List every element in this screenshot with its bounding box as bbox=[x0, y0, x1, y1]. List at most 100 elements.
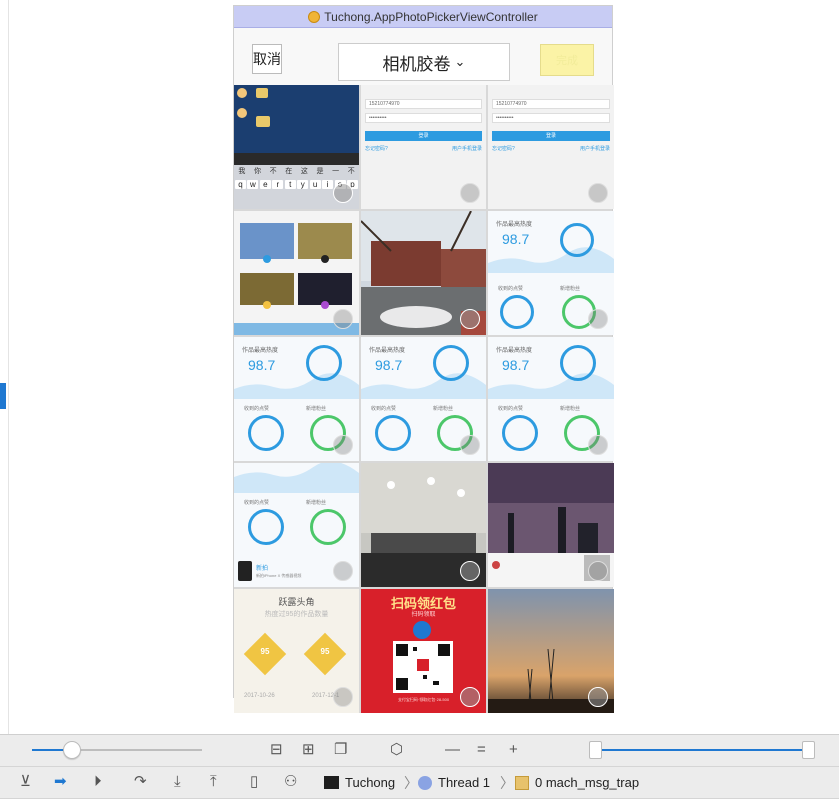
photo-grid: 我 你 不 在 这 是 一 不 q w e r t y u i p 152107… bbox=[234, 85, 614, 713]
suggestion[interactable]: 一 bbox=[332, 166, 339, 176]
select-circle-icon[interactable] bbox=[588, 183, 608, 203]
photo-cell[interactable]: 作品最高热度 98.7 收到的点赞 新增粉丝 bbox=[488, 211, 614, 335]
thread-icon bbox=[418, 775, 432, 790]
left-accent bbox=[0, 383, 6, 409]
step-over-icon[interactable]: ↷ bbox=[134, 774, 147, 790]
show-layers-icon[interactable]: ❐ bbox=[334, 742, 347, 758]
select-circle-icon[interactable] bbox=[333, 309, 353, 329]
photo-cell[interactable]: 扫码领红包 扫码领取 支付宝扫码·领取红包·28-500 bbox=[361, 589, 486, 713]
suggestion[interactable]: 是 bbox=[316, 166, 323, 176]
suggestion[interactable]: 我 bbox=[238, 166, 245, 176]
qr-code-icon bbox=[393, 641, 453, 693]
select-circle-icon[interactable] bbox=[333, 687, 353, 707]
device-screen: Tuchong.AppPhotoPickerViewController 取消 … bbox=[234, 6, 614, 713]
range-slider-track[interactable] bbox=[596, 749, 808, 751]
photo-cell[interactable]: 收到的点赞 新增粉丝 新拍 新拍iPhone X 传感器视频 bbox=[234, 463, 359, 587]
stat-sub-right: 新增粉丝 bbox=[560, 286, 581, 292]
view-hierarchy-icon[interactable]: ▯ bbox=[250, 774, 258, 790]
photo-cell[interactable] bbox=[488, 463, 614, 587]
likes-ring bbox=[248, 509, 284, 545]
select-circle-icon[interactable] bbox=[460, 183, 480, 203]
key[interactable]: e bbox=[259, 180, 271, 189]
select-circle-icon[interactable] bbox=[460, 687, 480, 707]
zoom-in-icon[interactable]: + bbox=[509, 742, 518, 758]
window-title: Tuchong.AppPhotoPickerViewController bbox=[324, 9, 538, 24]
suggestion[interactable]: 在 bbox=[285, 166, 292, 176]
breakpoint-icon[interactable]: ➡ bbox=[54, 774, 67, 790]
photo-cell[interactable] bbox=[488, 589, 614, 713]
debug-area-icon[interactable]: ⊻ bbox=[20, 774, 31, 790]
continue-icon[interactable]: ⏵ bbox=[94, 774, 102, 790]
login-phone: 15210774970 bbox=[492, 99, 610, 109]
canvas: Tuchong.AppPhotoPickerViewController 取消 … bbox=[0, 0, 839, 734]
photo-cell[interactable]: 15210774970 •••••••••• 登录 忘记密码? 用户手机登录 bbox=[361, 85, 486, 209]
left-divider bbox=[8, 0, 9, 734]
key[interactable]: u bbox=[309, 180, 321, 189]
stat-title: 作品最高热度 bbox=[242, 348, 279, 354]
likes-ring bbox=[375, 415, 411, 451]
view-controller-icon bbox=[308, 10, 321, 23]
key[interactable]: i bbox=[322, 180, 334, 189]
key[interactable]: t bbox=[284, 180, 296, 189]
heat-wave-chart bbox=[234, 463, 359, 493]
select-circle-icon[interactable] bbox=[588, 435, 608, 455]
memory-graph-icon[interactable]: ⚇ bbox=[284, 774, 297, 790]
photo-cell[interactable]: 作品最高热度 98.7 收到的点赞 新增粉丝 bbox=[234, 337, 359, 461]
step-into-icon[interactable]: ⤓ bbox=[174, 774, 181, 790]
select-circle-icon[interactable] bbox=[333, 561, 353, 581]
suggestion[interactable]: 你 bbox=[254, 166, 261, 176]
select-circle-icon[interactable] bbox=[460, 435, 480, 455]
select-circle-icon[interactable] bbox=[588, 687, 608, 707]
show-frames-icon[interactable]: ⊞ bbox=[302, 742, 315, 758]
photo-cell[interactable] bbox=[361, 463, 486, 587]
album-selector[interactable]: 相机胶卷 ⌄ bbox=[338, 43, 510, 81]
breadcrumb-thread[interactable]: Thread 1 bbox=[418, 775, 490, 790]
select-circle-icon[interactable] bbox=[460, 561, 480, 581]
login-button: 登录 bbox=[365, 131, 482, 141]
photo-cell[interactable]: 作品最高热度 98.7 收到的点赞 新增粉丝 bbox=[488, 337, 614, 461]
actual-size-icon[interactable]: = bbox=[477, 742, 486, 758]
phone-thumbnail bbox=[238, 561, 252, 581]
stack-frame-icon bbox=[515, 775, 529, 790]
stat-sub-right: 新增粉丝 bbox=[560, 406, 581, 412]
notification-body: 新拍iPhone X 传感器视频 bbox=[256, 573, 302, 578]
cancel-button[interactable]: 取消 bbox=[252, 44, 282, 74]
badge-date: 2017-10-26 bbox=[244, 693, 275, 699]
breadcrumb-app[interactable]: Tuchong bbox=[324, 775, 395, 790]
orient-3d-icon[interactable]: ⬡ bbox=[390, 742, 403, 758]
range-slider-left-handle[interactable] bbox=[589, 741, 602, 759]
stat-title: 作品最高热度 bbox=[369, 348, 406, 354]
select-circle-icon[interactable] bbox=[460, 309, 480, 329]
photo-cell[interactable]: 15210774970 •••••••••• 登录 忘记密码? 用户手机登录 bbox=[488, 85, 614, 209]
key[interactable]: r bbox=[272, 180, 284, 189]
key[interactable]: y bbox=[297, 180, 309, 189]
stat-sub-left: 收到的点赞 bbox=[244, 406, 270, 412]
breadcrumb-frame[interactable]: 0 mach_msg_trap bbox=[515, 775, 639, 790]
key[interactable]: w bbox=[247, 180, 259, 189]
notification-title: 新拍 bbox=[256, 566, 269, 572]
suggestion[interactable]: 不 bbox=[348, 166, 355, 176]
done-button[interactable]: 完成 bbox=[540, 44, 594, 76]
zoom-slider-knob[interactable] bbox=[63, 741, 81, 759]
key[interactable]: q bbox=[235, 180, 246, 189]
photo-cell[interactable] bbox=[234, 211, 359, 335]
step-out-icon[interactable]: ⤒ bbox=[210, 774, 217, 790]
photo-cell[interactable]: 我 你 不 在 这 是 一 不 q w e r t y u i p bbox=[234, 85, 359, 209]
select-circle-icon[interactable] bbox=[588, 561, 608, 581]
range-slider-right-handle[interactable] bbox=[802, 741, 815, 759]
zoom-out-icon[interactable]: — bbox=[445, 742, 460, 758]
select-circle-icon[interactable] bbox=[333, 183, 353, 203]
photo-cell[interactable]: 跃露头角 热度过95的作品数量 95 95 2017-10-26 2017-12… bbox=[234, 589, 359, 713]
breadcrumb-app-label: Tuchong bbox=[345, 775, 396, 790]
photo-cell[interactable] bbox=[361, 211, 486, 335]
login-password: •••••••••• bbox=[365, 113, 482, 123]
show-clipped-content-icon[interactable]: ⊟ bbox=[270, 742, 283, 758]
stat-title: 作品最高热度 bbox=[496, 348, 533, 354]
photo-cell[interactable]: 作品最高热度 98.7 收到的点赞 新增粉丝 bbox=[361, 337, 486, 461]
chevron-down-icon: ⌄ bbox=[454, 54, 466, 69]
select-circle-icon[interactable] bbox=[588, 309, 608, 329]
suggestion[interactable]: 这 bbox=[301, 166, 308, 176]
select-circle-icon[interactable] bbox=[333, 435, 353, 455]
suggestion[interactable]: 不 bbox=[270, 166, 277, 176]
badge-title: 跃露头角 bbox=[278, 597, 315, 607]
